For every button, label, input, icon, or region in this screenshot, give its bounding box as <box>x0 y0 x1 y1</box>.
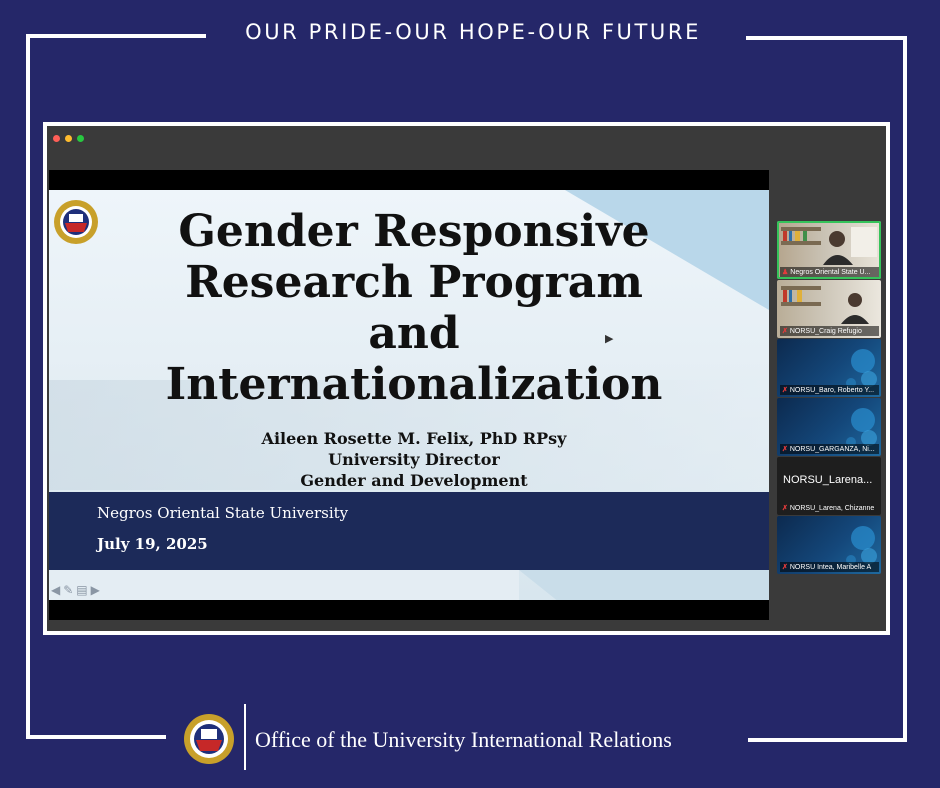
slides-icon[interactable]: ▤ <box>76 584 87 596</box>
footer-divider <box>244 704 246 770</box>
presenter-block: Aileen Rosette M. Felix, PhD RPsy Univer… <box>239 428 589 491</box>
slide-background-shape <box>49 570 519 600</box>
slide-university: Negros Oriental State University <box>97 504 349 522</box>
participant-display-name: NORSU_Larena... <box>783 474 873 486</box>
participant-tile[interactable]: ✗ NORSU_Baro, Roberto Y... <box>777 339 881 397</box>
participant-name: ✗ NORSU_Larena, Chizanne <box>782 505 875 512</box>
arrow-right-icon[interactable]: ▶ <box>91 584 100 596</box>
participant-tile[interactable]: ♟ Negros Oriental State U... <box>777 221 881 279</box>
video-call-window: Gender Responsive Research Program and I… <box>47 126 886 631</box>
mic-muted-icon: ✗ <box>782 446 788 453</box>
presenter-name: Aileen Rosette M. Felix, PhD RPsy <box>261 429 567 448</box>
mic-muted-icon: ✗ <box>782 387 788 394</box>
slide-title-line: Gender Responsive <box>178 206 650 257</box>
mic-muted-icon: ✗ <box>782 505 788 512</box>
slide-nav-toolbar: ◀ ✎ ▤ ▶ <box>51 584 100 596</box>
screen-share-area: Gender Responsive Research Program and I… <box>49 170 769 620</box>
participant-name: ✗ NORSU_Baro, Roberto Y... <box>780 385 879 395</box>
participant-tile[interactable]: ✗ NORSU Intea, Maribelle A <box>777 516 881 574</box>
close-window-icon[interactable] <box>53 135 60 142</box>
participant-name: ✗ NORSU Intea, Maribelle A <box>780 562 879 572</box>
mic-muted-icon: ✗ <box>782 328 788 335</box>
frame-line-left <box>26 34 30 738</box>
presenter-role: University Director <box>328 450 500 469</box>
pen-icon[interactable]: ✎ <box>63 584 73 596</box>
frame-line-top-left <box>26 34 206 38</box>
slide-background-shape <box>519 570 769 600</box>
participant-name: ✗ NORSU_GARGANZA, Ni... <box>780 444 879 454</box>
frame-line-bottom-right <box>748 738 907 742</box>
arrow-left-icon[interactable]: ◀ <box>51 584 60 596</box>
presentation-slide: Gender Responsive Research Program and I… <box>49 190 769 600</box>
participant-icon: ♟ <box>782 269 789 276</box>
participant-tile[interactable]: ✗ NORSU_Craig Refugio <box>777 280 881 338</box>
participant-gallery: ♟ Negros Oriental State U... ✗ NORSU_Craig… <box>777 221 881 575</box>
slide-title-line: Research Program <box>185 257 643 308</box>
frame-line-right <box>903 36 907 742</box>
slide-date: July 19, 2025 <box>97 535 208 553</box>
office-name: Office of the University International R… <box>255 727 672 752</box>
participant-tile[interactable]: ✗ NORSU_GARGANZA, Ni... <box>777 398 881 456</box>
university-seal-icon <box>184 714 234 764</box>
frame-line-bottom-left <box>26 735 166 739</box>
slide-title: Gender Responsive Research Program and I… <box>89 206 739 410</box>
participant-name: ✗ NORSU_Craig Refugio <box>780 326 879 336</box>
mouse-cursor-icon: ▶ <box>605 333 614 345</box>
tagline: OUR PRIDE-OUR HOPE-OUR FUTURE <box>245 20 701 44</box>
maximize-window-icon[interactable] <box>77 135 84 142</box>
frame-line-top-right <box>746 36 906 40</box>
slide-title-line: and <box>368 308 460 359</box>
participant-name: ♟ Negros Oriental State U... <box>780 267 879 277</box>
participant-tile[interactable]: NORSU_Larena... ✗ NORSU_Larena, Chizanne <box>777 457 881 515</box>
meeting-screenshot: Gender Responsive Research Program and I… <box>43 122 890 635</box>
slide-title-line: Internationalization <box>165 359 663 410</box>
mic-muted-icon: ✗ <box>782 564 788 571</box>
slide-footer-band: Negros Oriental State University July 19… <box>49 492 769 570</box>
presenter-unit: Gender and Development <box>300 471 528 490</box>
minimize-window-icon[interactable] <box>65 135 72 142</box>
